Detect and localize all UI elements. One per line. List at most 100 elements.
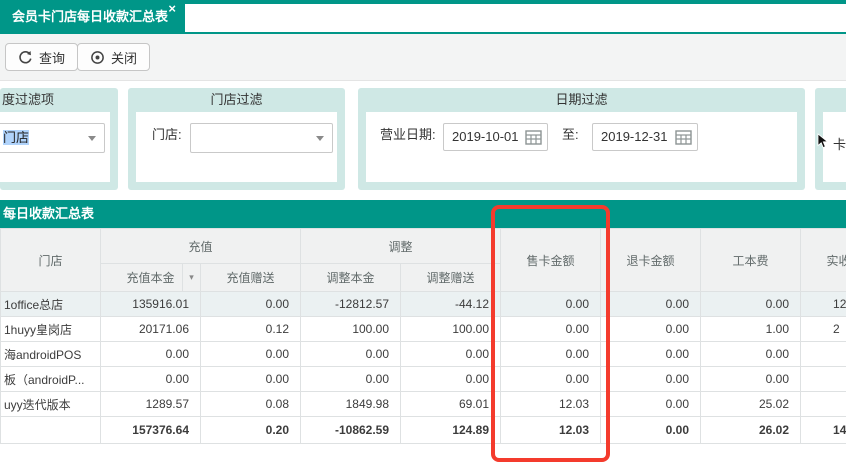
value-cell: 146: [800, 416, 846, 444]
value-cell: 0.00: [700, 341, 802, 367]
store-name-cell: 板（androidP...: [0, 366, 101, 392]
value-cell: 0.00: [600, 316, 702, 342]
value-cell: -44.12: [400, 291, 502, 317]
store-name-cell: 海androidPOS: [0, 341, 101, 367]
value-cell: 100.00: [300, 316, 402, 342]
date-filter-panel: 日期过滤 营业日期: 2019-10-01 至: 2019-12-31: [358, 88, 805, 190]
value-cell: 0.00: [199, 341, 302, 367]
value-cell: 0.00: [600, 366, 702, 392]
value-cell: 0.00: [500, 366, 602, 392]
group-header-recharge: 充值: [99, 228, 302, 264]
table-row[interactable]: 板（androidP... 0.00 0.00 0.00 0.00 0.00 0.00 0.0…: [0, 366, 846, 392]
value-cell: 0.00: [300, 366, 402, 392]
dimension-filter-panel: 度过滤项 门店: [0, 88, 118, 190]
close-button-label: 关闭: [111, 50, 138, 66]
value-cell: 135916.01: [100, 291, 201, 317]
value-cell: 0.12: [199, 316, 302, 342]
value-cell: 26.02: [700, 416, 802, 444]
app-window: 会员卡门店每日收款汇总表 × 查询 关闭 度过滤项 门店 门店过滤 门店: 日期…: [0, 0, 846, 471]
card-panel-title: [815, 88, 846, 112]
tab-title: 会员卡门店每日收款汇总表: [12, 9, 169, 24]
value-cell: 0.00: [400, 366, 502, 392]
value-cell: 12.03: [500, 391, 602, 417]
close-button[interactable]: 关闭: [77, 43, 151, 71]
date-to-label: 至:: [562, 127, 579, 142]
value-cell: 0.00: [199, 291, 302, 317]
column-header-actual[interactable]: 实收金额: [800, 228, 846, 292]
value-cell: 2: [800, 316, 846, 342]
column-header-recharge-principal[interactable]: 充值本金 ▾: [100, 263, 201, 292]
refresh-icon: [19, 50, 32, 63]
group-header-adjust: 调整: [300, 228, 502, 264]
column-header-card-sale[interactable]: 售卡金额: [500, 228, 602, 292]
column-header-cost-fee[interactable]: 工本费: [700, 228, 802, 292]
store-name-cell: [0, 416, 101, 444]
value-cell: 0.00: [400, 341, 502, 367]
date-to-value: 2019-12-31: [601, 129, 668, 144]
store-name-cell: 1office总店: [0, 291, 101, 317]
value-cell: [800, 391, 846, 417]
value-cell: -12812.57: [300, 291, 402, 317]
value-cell: 0.00: [500, 291, 602, 317]
chevron-down-icon: ▾: [189, 272, 194, 282]
chevron-down-icon: [316, 136, 324, 141]
value-cell: 0.00: [100, 341, 201, 367]
column-header-recharge-gift[interactable]: 充值赠送: [199, 263, 302, 292]
value-cell: 0.00: [100, 366, 201, 392]
store-name-cell: uyy迭代版本: [0, 391, 101, 417]
value-cell: [800, 341, 846, 367]
store-panel-body: 门店:: [136, 112, 337, 182]
table-row[interactable]: uyy迭代版本 1289.57 0.08 1849.98 69.01 12.03 0.00 2…: [0, 391, 846, 417]
date-to-input[interactable]: 2019-12-31: [592, 123, 698, 151]
store-filter-panel: 门店过滤 门店:: [128, 88, 345, 190]
table-row[interactable]: 1huyy皇岗店 20171.06 0.12 100.00 100.00 0.00 0.00…: [0, 316, 846, 342]
card-label: 卡: [833, 137, 846, 152]
value-cell: 0.00: [600, 416, 702, 444]
store-panel-title: 门店过滤: [210, 92, 263, 107]
tab-active[interactable]: 会员卡门店每日收款汇总表 ×: [0, 0, 185, 34]
value-cell: 69.01: [400, 391, 502, 417]
date-from-value: 2019-10-01: [452, 129, 519, 144]
grid-title-bar: 每日收款汇总表: [0, 200, 846, 228]
calendar-icon[interactable]: [525, 129, 542, 145]
column-header-adjust-gift[interactable]: 调整赠送: [400, 263, 502, 292]
dimension-panel-title: 度过滤项: [2, 92, 55, 107]
column-header-card-refund[interactable]: 退卡金额: [600, 228, 702, 292]
value-cell: 0.20: [199, 416, 302, 444]
value-cell: 0.00: [600, 391, 702, 417]
query-button-label: 查询: [39, 50, 66, 66]
value-cell: 0.00: [600, 291, 702, 317]
store-label: 门店:: [152, 127, 182, 142]
dimension-select[interactable]: 门店: [0, 123, 105, 153]
date-panel-title: 日期过滤: [555, 92, 608, 107]
column-header-recharge-principal-label: 充值本金: [126, 271, 175, 285]
summary-grid: 门店 充值 调整 售卡金额 退卡金额 工本费 实收金额 充值本金 ▾ 充值赠送 …: [0, 228, 846, 444]
value-cell: 1849.98: [300, 391, 402, 417]
query-button[interactable]: 查询: [5, 43, 79, 71]
date-from-input[interactable]: 2019-10-01: [443, 123, 548, 151]
dimension-select-value: 门店: [3, 130, 30, 145]
value-cell: 12: [800, 291, 846, 317]
date-panel-body: 营业日期: 2019-10-01 至: 2019-12-31: [366, 112, 797, 182]
chevron-down-icon: [88, 136, 96, 141]
value-cell: 0.00: [500, 316, 602, 342]
value-cell: [800, 366, 846, 392]
column-header-store[interactable]: 门店: [0, 228, 101, 292]
column-header-adjust-principal[interactable]: 调整本金: [300, 263, 402, 292]
table-row[interactable]: 海androidPOS 0.00 0.00 0.00 0.00 0.00 0.00 0.00: [0, 341, 846, 367]
value-cell: 157376.64: [100, 416, 201, 444]
store-name-cell: 1huyy皇岗店: [0, 316, 101, 342]
mouse-cursor: [817, 133, 829, 149]
toolbar: 查询 关闭: [0, 34, 846, 81]
value-cell: 124.89: [400, 416, 502, 444]
value-cell: 0.00: [700, 366, 802, 392]
column-menu-button[interactable]: ▾: [182, 264, 200, 291]
value-cell: -10862.59: [300, 416, 402, 444]
calendar-icon[interactable]: [675, 129, 692, 145]
tab-close-icon[interactable]: ×: [168, 1, 176, 17]
table-row[interactable]: 157376.64 0.20 -10862.59 124.89 12.03 0.00 26.…: [0, 416, 846, 444]
value-cell: 0.00: [199, 366, 302, 392]
table-row[interactable]: 1office总店 135916.01 0.00 -12812.57 -44.12 0.0…: [0, 291, 846, 317]
store-select[interactable]: [190, 123, 333, 153]
value-cell: 12.03: [500, 416, 602, 444]
